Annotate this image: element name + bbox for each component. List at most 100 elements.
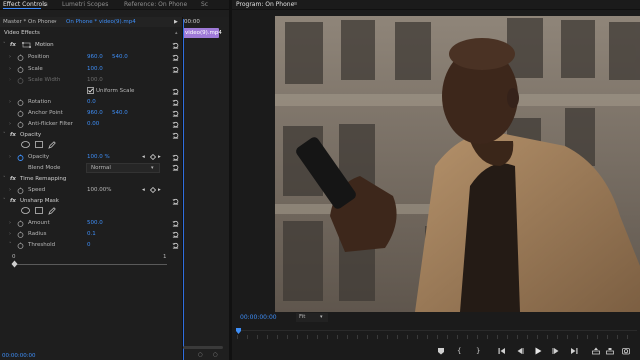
threshold-value[interactable]: 0 — [87, 241, 91, 249]
chevron-down-icon[interactable]: ˅ — [3, 42, 8, 48]
step-back-icon[interactable] — [516, 347, 524, 355]
lift-icon[interactable] — [592, 347, 600, 355]
stopwatch-icon[interactable] — [17, 231, 24, 238]
menu-icon[interactable]: ≡ — [293, 0, 298, 9]
opacity-value[interactable]: 100.0 % — [87, 153, 110, 161]
chevron-down-icon[interactable]: ˅ — [9, 242, 14, 248]
tab-overflow[interactable]: Sc — [201, 0, 208, 9]
play-only-icon[interactable]: ▶ — [174, 18, 178, 26]
scale-value[interactable]: 100.0 — [87, 65, 103, 73]
go-to-out-icon[interactable] — [570, 347, 578, 355]
play-icon[interactable] — [534, 347, 542, 355]
speed-value[interactable]: 100.00% — [87, 186, 111, 194]
reset-icon[interactable] — [172, 99, 179, 106]
prev-keyframe-icon[interactable]: ◂ — [142, 153, 145, 161]
effect-timeline[interactable] — [182, 17, 230, 360]
mark-out-icon[interactable]: } — [476, 347, 480, 355]
mark-in-icon[interactable]: { — [457, 347, 461, 355]
active-clip-label[interactable]: On Phone * video(9).mp4 — [66, 18, 136, 26]
rectangle-mask-icon[interactable] — [35, 141, 43, 148]
collapse-chevron-icon[interactable]: ▴ — [175, 30, 180, 36]
next-keyframe-icon[interactable]: ▸ — [158, 153, 161, 161]
add-keyframe-icon[interactable] — [150, 154, 156, 160]
reset-icon[interactable] — [172, 231, 179, 238]
anchor-y-value[interactable]: 540.0 — [112, 109, 128, 117]
reset-icon[interactable] — [172, 54, 179, 61]
zoom-in-icon[interactable]: ○ — [213, 351, 218, 359]
chevron-right-icon[interactable]: › — [9, 231, 14, 237]
position-x-value[interactable]: 960.0 — [87, 53, 103, 61]
prev-keyframe-icon[interactable]: ◂ — [142, 186, 145, 194]
reset-icon[interactable] — [172, 198, 179, 205]
stopwatch-active-icon[interactable] — [17, 154, 24, 161]
timeline-zoom-scrollbar[interactable] — [183, 346, 223, 349]
zoom-out-icon[interactable]: ○ — [198, 351, 203, 359]
playhead-line[interactable] — [183, 19, 184, 360]
radius-value[interactable]: 0.1 — [87, 230, 96, 238]
anti-flicker-value[interactable]: 0.00 — [87, 120, 99, 128]
fx-badge[interactable]: fx — [10, 41, 16, 49]
uniform-scale-checkbox[interactable] — [87, 87, 94, 94]
program-timecode[interactable]: 00:00:00:00 — [240, 314, 277, 322]
stopwatch-icon[interactable] — [17, 54, 24, 61]
menu-icon[interactable]: ≡ — [43, 0, 48, 9]
motion-transform-icon[interactable] — [22, 42, 31, 48]
ellipse-mask-icon[interactable] — [21, 141, 30, 148]
extract-icon[interactable] — [606, 347, 614, 355]
stopwatch-icon[interactable] — [17, 187, 24, 194]
rectangle-mask-icon[interactable] — [35, 207, 43, 214]
stopwatch-icon[interactable] — [17, 242, 24, 249]
fit-dropdown[interactable]: Fit ▾ — [296, 313, 328, 322]
export-frame-icon[interactable] — [622, 347, 630, 355]
step-forward-icon[interactable] — [552, 347, 560, 355]
chevron-down-icon[interactable]: ▾ — [54, 18, 57, 26]
master-clip-label[interactable]: Master * On Phone — [3, 18, 55, 26]
program-time-ruler[interactable] — [237, 330, 637, 339]
rotation-value[interactable]: 0.0 — [87, 98, 96, 106]
timeline-clip-bar[interactable]: video(9).mp4 — [183, 28, 222, 38]
program-playhead[interactable] — [236, 328, 241, 334]
chevron-right-icon[interactable]: › — [9, 54, 14, 60]
add-keyframe-icon[interactable] — [150, 187, 156, 193]
reset-icon[interactable] — [172, 132, 179, 139]
chevron-down-icon[interactable]: ˅ — [3, 176, 8, 182]
reset-icon[interactable] — [172, 242, 179, 249]
stopwatch-icon[interactable] — [17, 66, 24, 73]
chevron-right-icon[interactable]: › — [9, 187, 14, 193]
reset-icon[interactable] — [172, 88, 179, 95]
add-marker-icon[interactable] — [437, 347, 445, 355]
tab-reference[interactable]: Reference: On Phone — [124, 0, 187, 9]
reset-icon[interactable] — [172, 220, 179, 227]
chevron-right-icon[interactable]: › — [9, 66, 14, 72]
reset-icon[interactable] — [172, 154, 179, 161]
reset-icon[interactable] — [172, 121, 179, 128]
chevron-down-icon[interactable]: ˅ — [3, 132, 8, 138]
fx-badge[interactable]: fx — [10, 175, 16, 183]
threshold-slider-track[interactable] — [14, 264, 167, 265]
blend-mode-dropdown[interactable]: Normal ▾ — [86, 163, 160, 173]
chevron-right-icon[interactable]: › — [9, 99, 14, 105]
stopwatch-icon[interactable] — [17, 99, 24, 106]
stopwatch-icon[interactable] — [17, 121, 24, 128]
pen-mask-icon[interactable] — [48, 141, 56, 149]
chevron-right-icon[interactable]: › — [9, 121, 14, 127]
tab-program[interactable]: Program: On Phone — [236, 0, 294, 9]
threshold-slider-handle[interactable] — [11, 260, 18, 268]
ellipse-mask-icon[interactable] — [21, 207, 30, 214]
video-frame[interactable] — [275, 16, 640, 312]
pen-mask-icon[interactable] — [48, 207, 56, 215]
chevron-right-icon[interactable]: › — [9, 220, 14, 226]
reset-icon[interactable] — [172, 110, 179, 117]
amount-value[interactable]: 500.0 — [87, 219, 103, 227]
position-y-value[interactable]: 540.0 — [112, 53, 128, 61]
footer-timecode[interactable]: 00:00:00:00 — [2, 352, 36, 360]
chevron-down-icon[interactable]: ˅ — [3, 198, 8, 204]
next-keyframe-icon[interactable]: ▸ — [158, 186, 161, 194]
fx-badge[interactable]: fx — [10, 131, 16, 139]
anchor-x-value[interactable]: 960.0 — [87, 109, 103, 117]
reset-icon[interactable] — [172, 42, 179, 49]
tab-lumetri-scopes[interactable]: Lumetri Scopes — [62, 0, 108, 9]
chevron-right-icon[interactable]: › — [9, 154, 14, 160]
stopwatch-icon[interactable] — [17, 110, 24, 117]
reset-icon[interactable] — [172, 164, 179, 171]
